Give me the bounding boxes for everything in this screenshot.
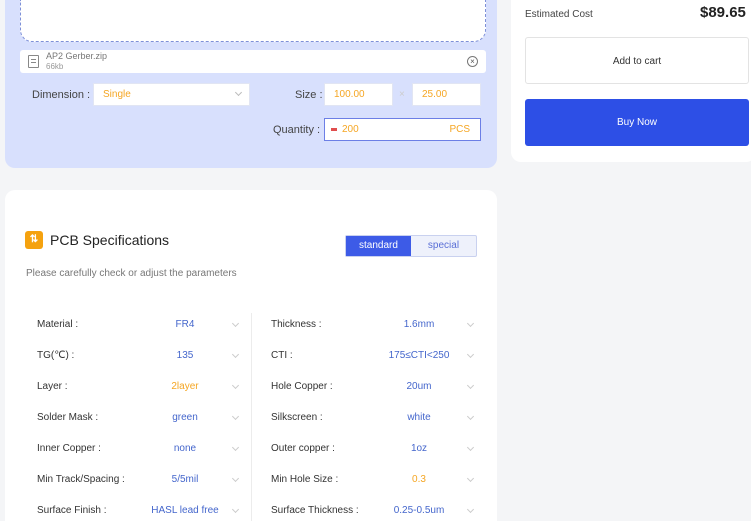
size-x-value: 100.00 xyxy=(334,89,365,100)
file-name: AP2 Gerber.zip xyxy=(46,51,108,61)
spec-label: Inner Copper : xyxy=(37,443,101,454)
quantity-label: Quantity : xyxy=(273,124,321,136)
dimension-label: Dimension : xyxy=(32,89,91,101)
page: AP2 Gerber.zip 66kb × Dimension : Single… xyxy=(0,0,751,521)
sliders-icon: ⇅ xyxy=(25,231,43,249)
spec-select[interactable]: white xyxy=(374,412,464,423)
file-drop-zone[interactable] xyxy=(20,0,486,42)
spec-label: Surface Finish : xyxy=(37,505,107,516)
add-to-cart-button[interactable]: Add to cart xyxy=(525,37,749,84)
size-y-input[interactable]: 25.00 xyxy=(412,83,481,106)
uploaded-file-row: AP2 Gerber.zip 66kb × xyxy=(20,50,486,73)
spec-select[interactable]: 2layer xyxy=(140,381,230,392)
chevron-down-icon xyxy=(234,88,243,97)
spec-select[interactable]: 0.25-0.5um xyxy=(374,505,464,516)
spec-select[interactable]: 1oz xyxy=(374,443,464,454)
spec-select[interactable]: 20um xyxy=(374,381,464,392)
spec-label: Surface Thickness : xyxy=(271,505,359,516)
spec-select[interactable]: 5/5mil xyxy=(140,474,230,485)
quantity-input[interactable]: 200 PCS xyxy=(324,118,481,141)
spec-select[interactable]: none xyxy=(140,443,230,454)
spec-label: TG(℃) : xyxy=(37,350,75,361)
spec-label: Min Track/Spacing : xyxy=(37,474,125,485)
spec-label: Material : xyxy=(37,319,79,330)
quantity-flag-icon xyxy=(331,128,337,131)
file-size: 66kb xyxy=(46,62,64,71)
dimension-select[interactable]: Single xyxy=(93,83,250,106)
spec-select[interactable]: HASL lead free xyxy=(140,505,230,516)
spec-subtitle: Please carefully check or adjust the par… xyxy=(26,268,237,279)
remove-file-icon[interactable]: × xyxy=(467,56,478,67)
spec-select[interactable]: 0.3 xyxy=(374,474,464,485)
size-label: Size : xyxy=(295,89,323,101)
tab-standard[interactable]: standard xyxy=(346,236,411,256)
column-divider xyxy=(251,313,252,521)
estimated-cost-value: $89.65 xyxy=(700,4,746,21)
spec-label: Silkscreen : xyxy=(271,412,323,423)
size-x-input[interactable]: 100.00 xyxy=(324,83,393,106)
spec-mode-toggle: standard special xyxy=(345,235,477,257)
spec-select[interactable]: green xyxy=(140,412,230,423)
dimension-value: Single xyxy=(103,89,131,100)
spec-label: Thickness : xyxy=(271,319,322,330)
file-icon xyxy=(28,55,39,68)
estimated-cost-label: Estimated Cost xyxy=(525,9,593,20)
buy-now-button[interactable]: Buy Now xyxy=(525,99,749,146)
spec-label: Outer copper : xyxy=(271,443,335,454)
quantity-value: 200 xyxy=(342,124,359,135)
spec-select[interactable]: 1.6mm xyxy=(374,319,464,330)
quantity-unit: PCS xyxy=(449,124,470,135)
spec-title: PCB Specifications xyxy=(50,232,170,248)
spec-select[interactable]: FR4 xyxy=(140,319,230,330)
spec-label: Hole Copper : xyxy=(271,381,333,392)
size-y-value: 25.00 xyxy=(422,89,448,100)
spec-label: Layer : xyxy=(37,381,68,392)
spec-label: Solder Mask : xyxy=(37,412,99,423)
spec-select[interactable]: 175≤CTI<250 xyxy=(374,350,464,361)
spec-label: Min Hole Size : xyxy=(271,474,339,485)
tab-special[interactable]: special xyxy=(411,236,476,256)
spec-label: CTI : xyxy=(271,350,293,361)
spec-select[interactable]: 135 xyxy=(140,350,230,361)
size-separator: × xyxy=(399,89,405,100)
